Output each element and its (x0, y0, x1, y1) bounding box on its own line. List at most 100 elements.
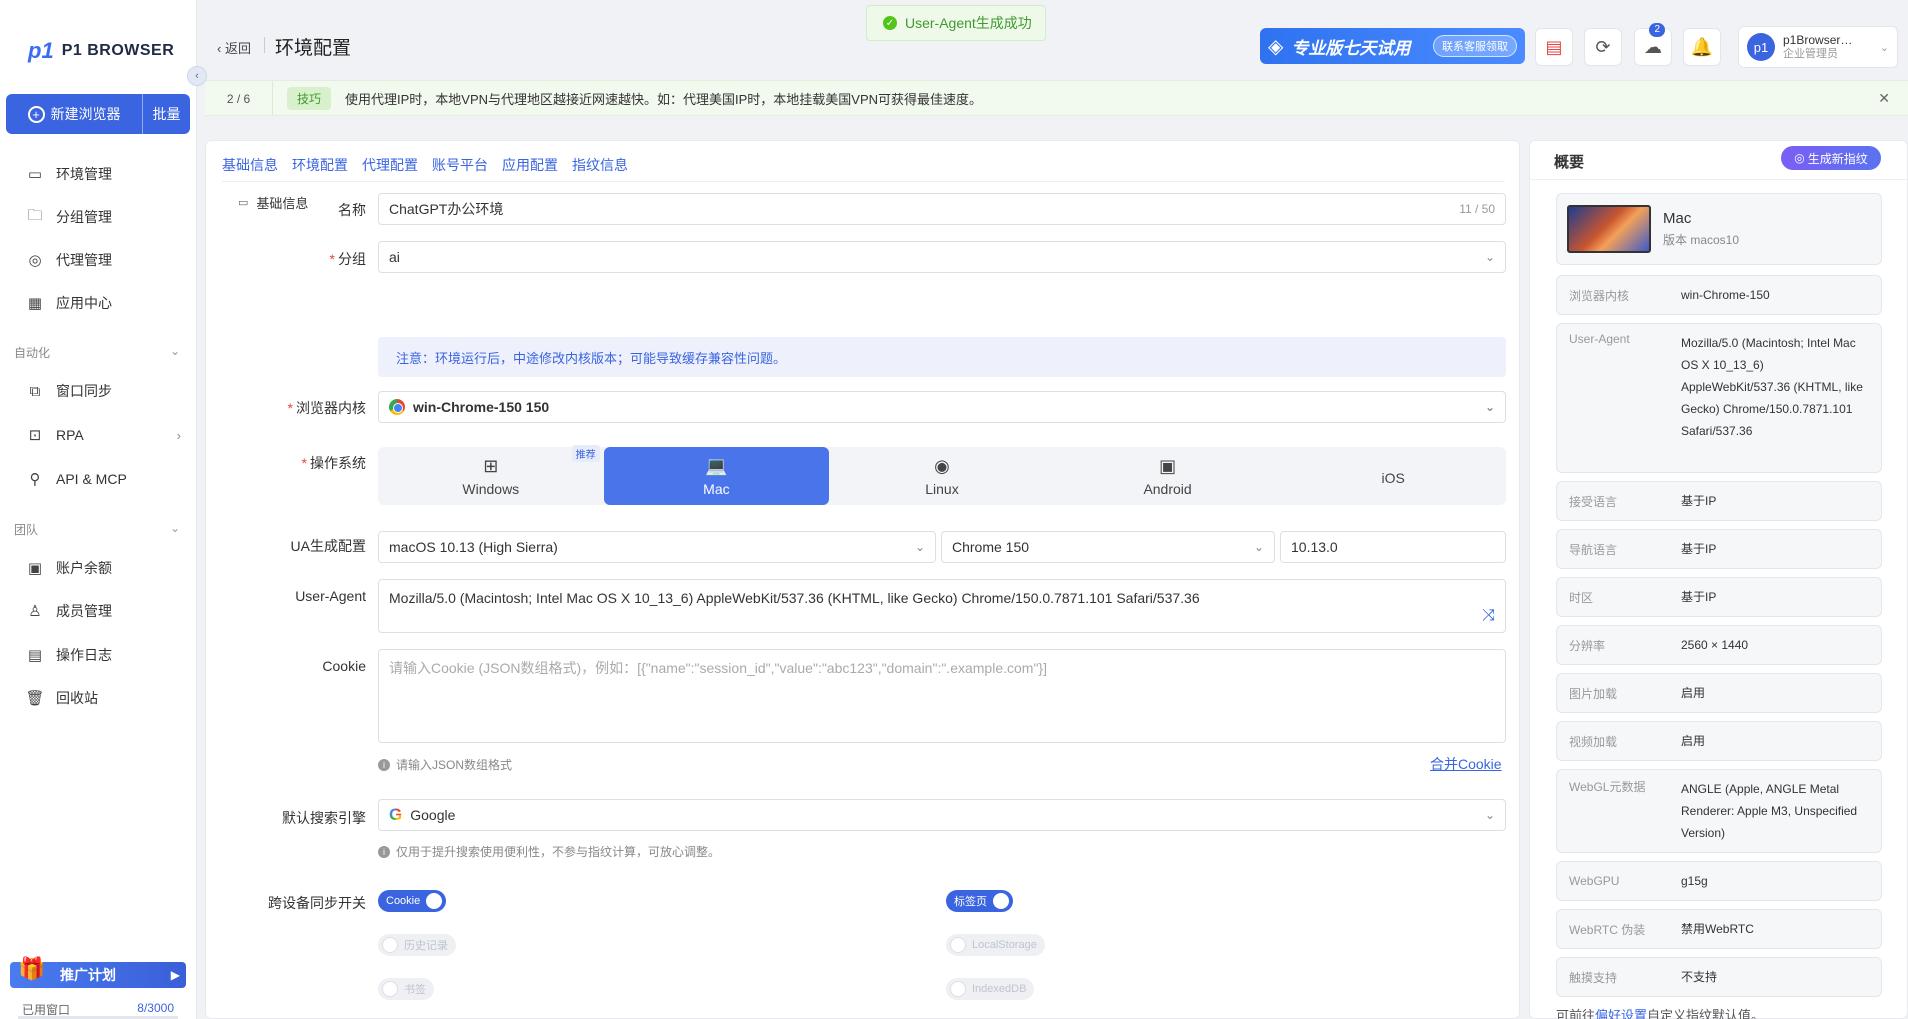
os-option-android[interactable]: ▣ Android (1055, 447, 1281, 505)
hint-text: 仅用于提升搜索使用便利性，不参与指纹计算，可放心调整。 (396, 845, 721, 859)
toggle-bookmarks[interactable]: 书签 (378, 978, 434, 1000)
group-label: * 分组 (236, 249, 366, 269)
os-segmented-control: ⊞ Windows 推荐 💻 Mac ◉ Linux ▣ Android iOS (378, 445, 1506, 505)
os-option-label: Linux (925, 480, 959, 497)
preferences-link[interactable]: 偏好设置 (1595, 1008, 1647, 1019)
prop-key: 浏览器内核 (1569, 288, 1630, 303)
merge-cookie-link[interactable]: 合并Cookie (1430, 754, 1502, 774)
prop-key: 接受语言 (1569, 494, 1618, 509)
sidebar: p1 P1 BROWSER + 新建浏览器 批量 ▭ 环境管理 🗀 分组管理 ◎… (0, 0, 197, 1019)
new-browser-group: + 新建浏览器 批量 (6, 94, 190, 134)
new-browser-button[interactable]: + 新建浏览器 (6, 94, 142, 134)
cloud-icon: ☁ (1644, 36, 1662, 57)
sidebar-item-api[interactable]: ⚲ API & MCP (26, 470, 181, 488)
kernel-value: win-Chrome-150 150 (413, 399, 550, 415)
group-select[interactable]: ai ⌄ (378, 241, 1506, 273)
label-text: 浏览器内核 (296, 400, 366, 416)
laptop-icon: 💻 (705, 455, 728, 476)
sidebar-item-apps[interactable]: ▦ 应用中心 (26, 293, 181, 313)
prop-value: 基于IP (1681, 542, 1717, 556)
back-button[interactable]: ‹ 返回 (217, 38, 251, 57)
kernel-label: * 浏览器内核 (236, 398, 366, 418)
notification-button[interactable]: 🔔 (1683, 28, 1721, 66)
chevron-down-icon: ⌄ (1484, 250, 1495, 264)
sidebar-item-proxy[interactable]: ◎ 代理管理 (26, 250, 181, 270)
tab-account-platform[interactable]: 账号平台 (432, 155, 488, 175)
generate-fingerprint-button[interactable]: ◎ 生成新指纹 (1781, 146, 1881, 170)
tip-text: 使用代理IP时，本地VPN与代理地区越接近网速越快。如：代理美国IP时，本地挂载… (345, 91, 983, 107)
toggle-localstorage[interactable]: LocalStorage (946, 934, 1045, 956)
toggle-knob (993, 893, 1009, 909)
refresh-button[interactable]: ⟳ (1584, 28, 1622, 66)
sidebar-item-group[interactable]: 🗀 分组管理 (26, 207, 181, 227)
tip-page-indicator: 2 / 6 (205, 81, 273, 115)
sidebar-item-env[interactable]: ▭ 环境管理 (26, 164, 181, 184)
toggle-history[interactable]: 历史记录 (378, 934, 456, 956)
label-text: User-Agent (295, 588, 366, 604)
cookie-textarea[interactable]: 请输入Cookie (JSON数组格式)，例如：[{"name":"sessio… (378, 649, 1506, 743)
os-option-linux[interactable]: ◉ Linux (829, 447, 1055, 505)
config-form-card: 基础信息 环境配置 代理配置 账号平台 应用配置 指纹信息 ▭ 基础信息 ⌄ 名… (205, 140, 1520, 1019)
prop-image-loading: 图片加载 启用 (1556, 673, 1882, 713)
name-label: 名称 (236, 200, 366, 220)
sidebar-item-rpa[interactable]: ⊡ RPA › (26, 426, 181, 444)
sidebar-item-balance[interactable]: ▣ 账户余额 (26, 558, 181, 578)
search-engine-select[interactable]: G Google ⌄ (378, 799, 1506, 831)
section-automation[interactable]: 自动化 ⌄ (14, 344, 180, 361)
kernel-select[interactable]: win-Chrome-150 150 ⌄ (378, 391, 1506, 423)
window-icon: ▭ (27, 166, 43, 183)
gift-box-button[interactable]: ▤ (1535, 28, 1573, 66)
name-value: ChatGPT办公环境 (389, 201, 504, 217)
section-team[interactable]: 团队 ⌄ (14, 521, 180, 538)
success-toast: ✓ User-Agent生成成功 (866, 5, 1046, 41)
android-icon: ▣ (1159, 455, 1177, 476)
collapse-sidebar-button[interactable]: ‹ (187, 66, 207, 86)
ua-version-input[interactable]: 10.13.0 (1280, 531, 1506, 563)
robot-icon: ⊡ (28, 427, 42, 444)
label-text: UA生成配置 (290, 538, 366, 554)
name-input[interactable]: ChatGPT办公环境 11 / 50 (378, 193, 1506, 225)
toggle-cookie[interactable]: Cookie (378, 890, 447, 912)
ua-browser-select[interactable]: Chrome 150 ⌄ (941, 531, 1275, 563)
prop-value: 不支持 (1681, 970, 1718, 984)
os-option-mac[interactable]: 💻 Mac (603, 447, 830, 505)
close-icon[interactable]: ✕ (1878, 90, 1890, 107)
section-tabs: 基础信息 环境配置 代理配置 账号平台 应用配置 指纹信息 (222, 149, 628, 181)
tab-env-config[interactable]: 环境配置 (292, 155, 348, 175)
sidebar-item-members[interactable]: ♙ 成员管理 (26, 601, 181, 621)
user-info: p1Browser… 企业管理员 (1783, 33, 1852, 61)
ua-textarea[interactable]: Mozilla/5.0 (Macintosh; Intel Mac OS X 1… (378, 579, 1506, 633)
user-menu[interactable]: p1 p1Browser… 企业管理员 ⌄ (1738, 26, 1898, 68)
ua-os-value: macOS 10.13 (High Sierra) (389, 539, 558, 555)
toggle-tabs[interactable]: 标签页 (946, 890, 1013, 912)
os-option-label: iOS (1381, 470, 1405, 486)
user-role: 企业管理员 (1783, 48, 1838, 60)
tab-basic-info[interactable]: 基础信息 (222, 155, 278, 175)
tab-fingerprint[interactable]: 指纹信息 (572, 155, 628, 175)
os-option-windows[interactable]: ⊞ Windows 推荐 (378, 445, 604, 505)
batch-button[interactable]: 批量 (142, 94, 190, 134)
tab-proxy-config[interactable]: 代理配置 (362, 155, 418, 175)
os-option-ios[interactable]: iOS (1280, 447, 1506, 505)
contact-support-button[interactable]: 联系客服领取 (1433, 35, 1517, 57)
tab-app-config[interactable]: 应用配置 (502, 155, 558, 175)
chevron-right-icon: › (176, 427, 181, 443)
prop-value: Mozilla/5.0 (Macintosh; Intel Mac OS X 1… (1681, 336, 1863, 438)
promo-banner[interactable]: 🎁 推广计划 ▶ (10, 956, 186, 988)
user-icon: ♙ (28, 603, 42, 620)
google-icon: G (389, 805, 403, 824)
sidebar-item-window-sync[interactable]: ⧉ 窗口同步 (26, 381, 181, 401)
kernel-notice: 注意：环境运行后，中途修改内核版本；可能导致缓存兼容性问题。 (378, 337, 1506, 377)
chevron-down-icon: ⌄ (1253, 540, 1264, 554)
sidebar-item-logs[interactable]: ▤ 操作日志 (26, 645, 181, 665)
chevron-down-icon: ⌄ (1484, 808, 1495, 822)
app-logo[interactable]: p1 P1 BROWSER (28, 38, 174, 64)
toggle-indexeddb[interactable]: IndexedDB (946, 978, 1035, 1000)
cloud-download-button[interactable]: ☁ 2 (1634, 23, 1672, 66)
trial-label: 专业版七天试用 (1291, 38, 1411, 58)
os-summary-card: Mac 版本 macos10 (1556, 193, 1882, 265)
shuffle-icon[interactable]: ⤨ (1482, 606, 1495, 626)
trial-banner[interactable]: ◈ 专业版七天试用 联系客服领取 (1260, 28, 1525, 64)
ua-os-select[interactable]: macOS 10.13 (High Sierra) ⌄ (378, 531, 936, 563)
sidebar-item-trash[interactable]: 🗑 回收站 (25, 688, 181, 708)
